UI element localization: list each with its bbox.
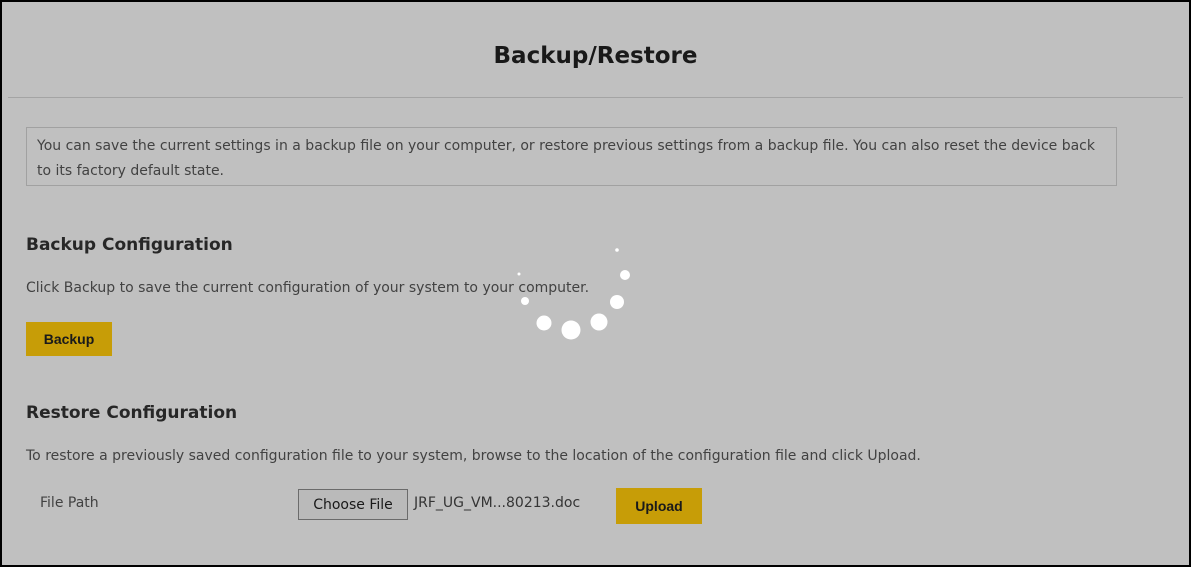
upload-button[interactable]: Upload [616,488,702,524]
file-path-label: File Path [40,495,99,511]
restore-section-heading: Restore Configuration [26,403,238,423]
title-divider [8,97,1183,98]
backup-restore-page: Backup/Restore You can save the current … [0,0,1191,567]
page-title: Backup/Restore [493,43,698,69]
backup-button[interactable]: Backup [26,322,112,356]
info-box: You can save the current settings in a b… [26,127,1117,186]
info-text: You can save the current settings in a b… [37,138,1095,179]
restore-description: To restore a previously saved configurat… [26,448,921,464]
choose-file-button[interactable]: Choose File [298,489,408,520]
backup-section-heading: Backup Configuration [26,235,233,255]
selected-file-name: JRF_UG_VM...80213.doc [414,495,581,511]
backup-description: Click Backup to save the current configu… [26,280,590,296]
